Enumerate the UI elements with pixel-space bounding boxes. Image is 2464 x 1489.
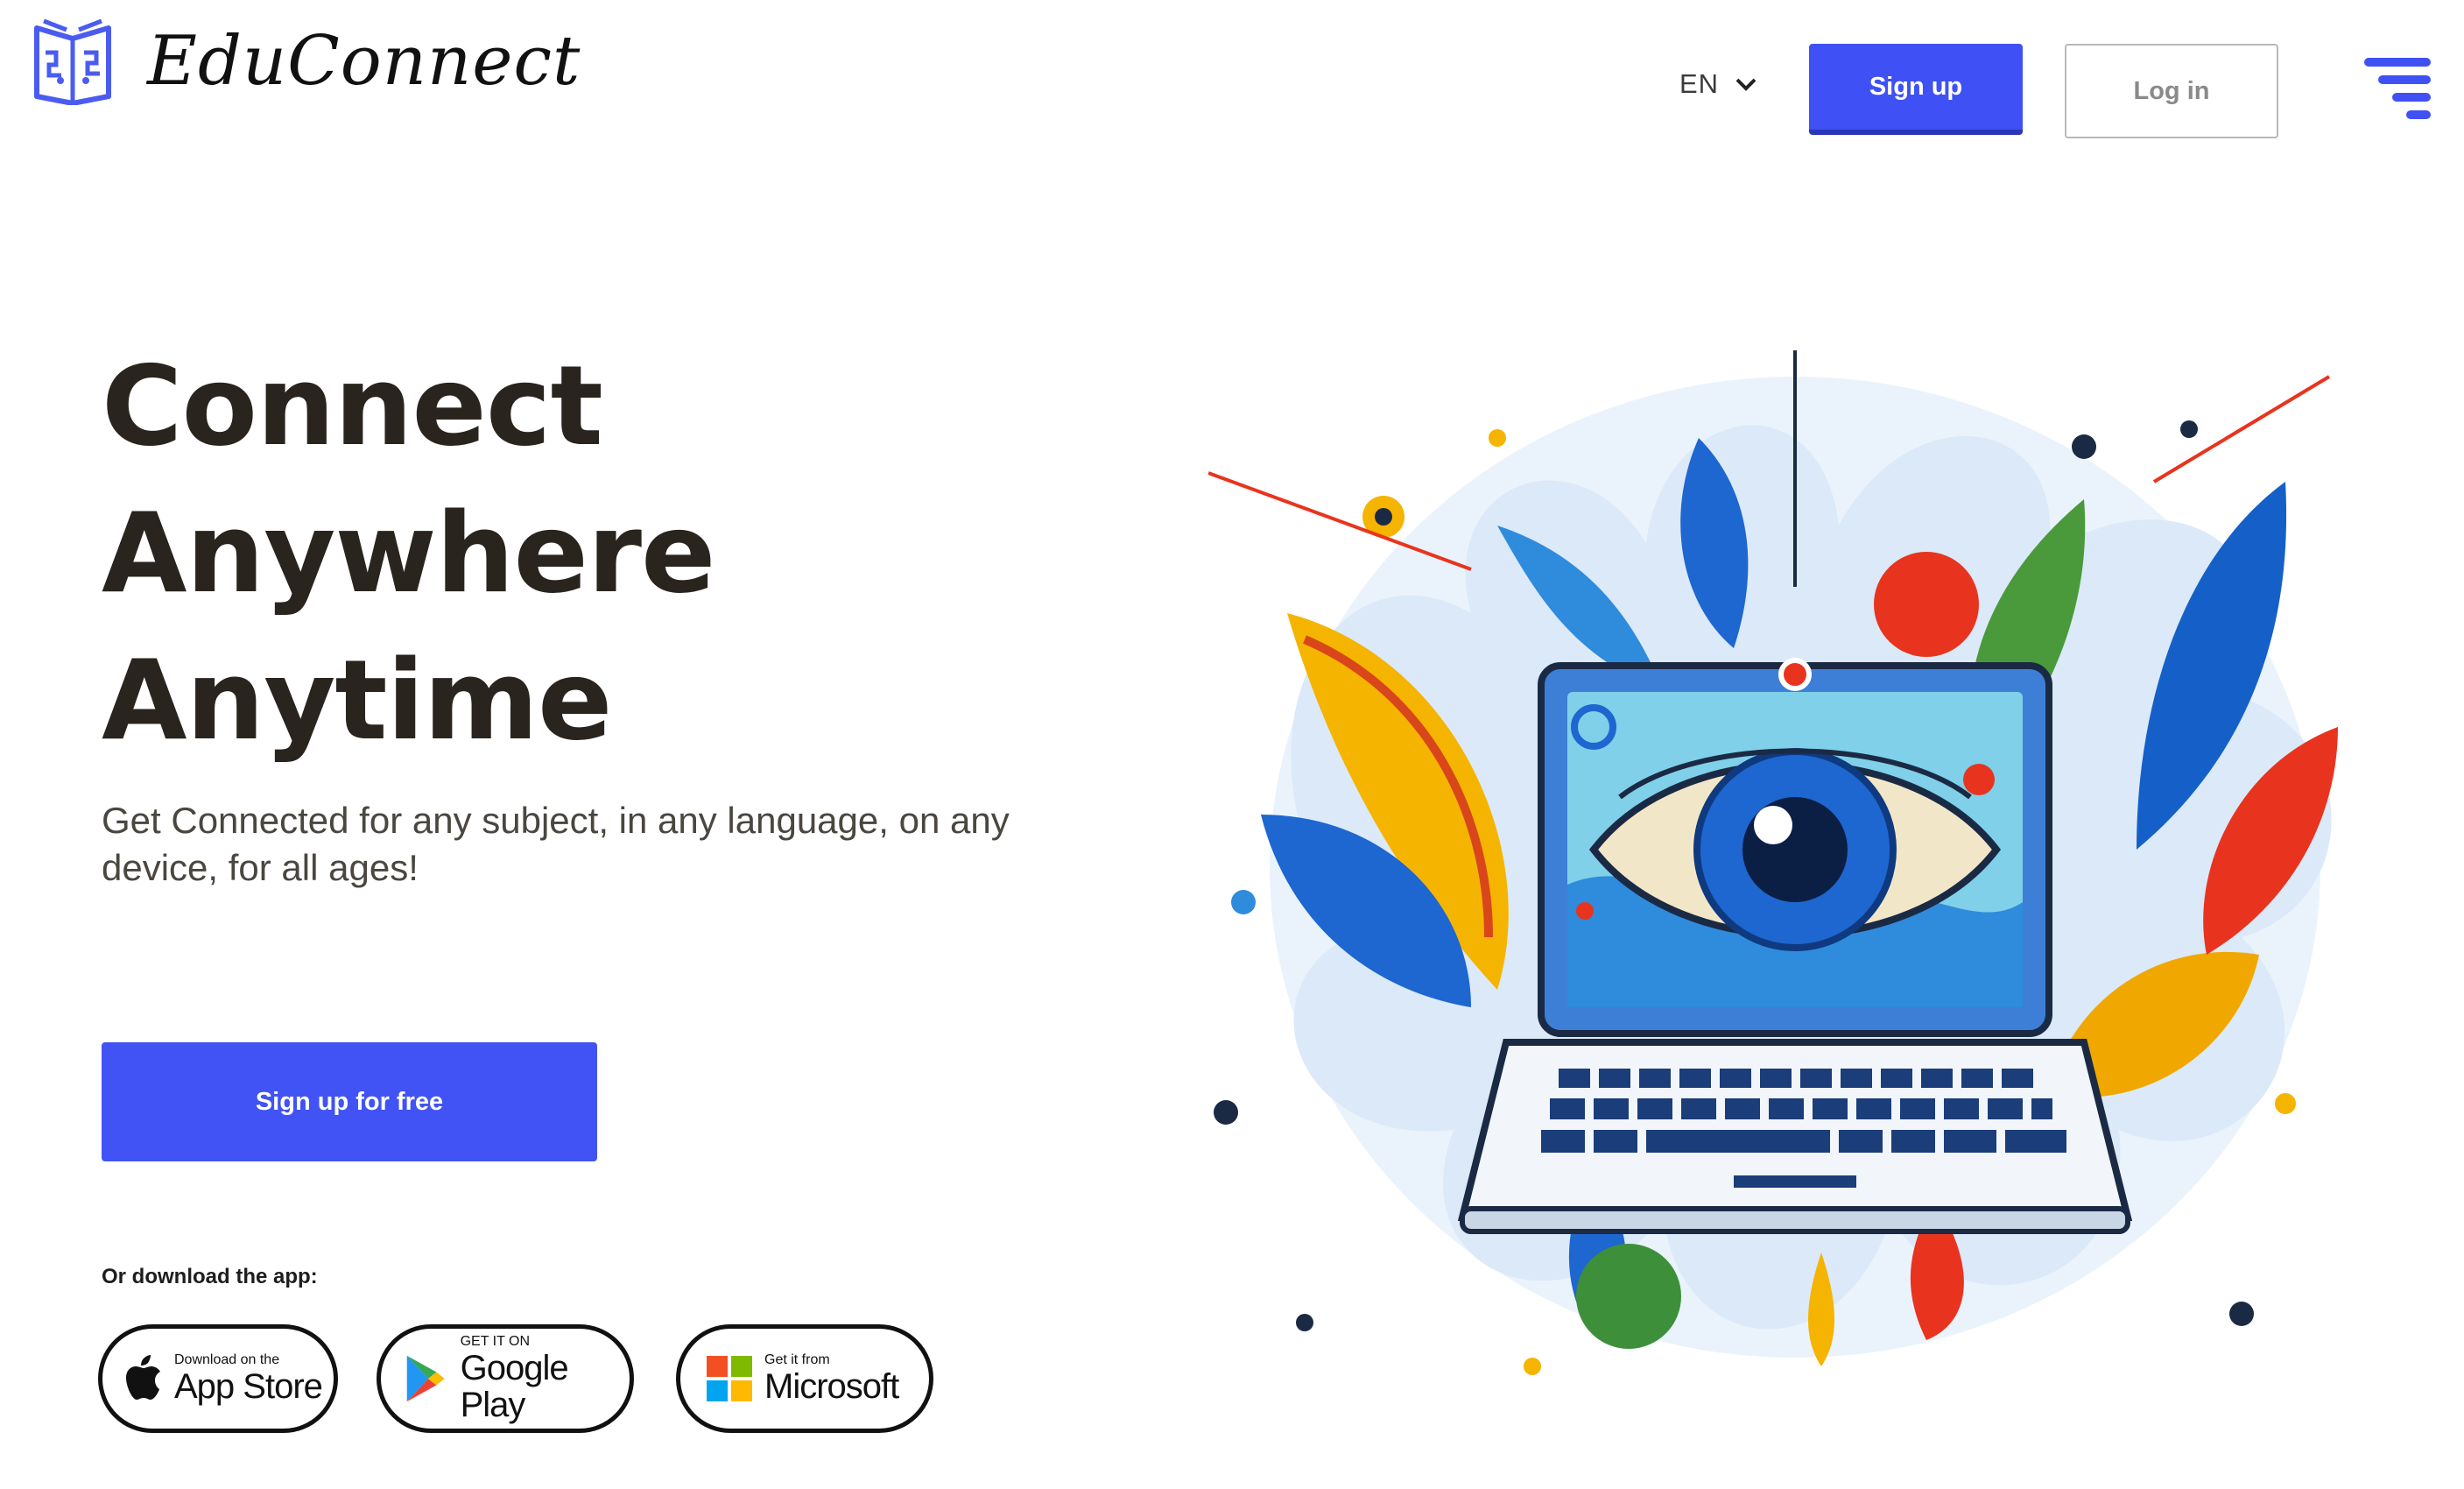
language-selector[interactable]: EN <box>1679 68 1757 100</box>
download-label: Or download the app: <box>102 1265 318 1288</box>
google-play-small-text: GET IT ON <box>460 1334 531 1349</box>
signup-button[interactable]: Sign up <box>1809 44 2023 135</box>
app-store-big-text: App Store <box>174 1367 323 1406</box>
menu-icon[interactable] <box>2364 54 2434 121</box>
microsoft-store-badge[interactable]: Get it from Microsoft <box>676 1324 933 1433</box>
google-play-big-text: Google Play <box>460 1349 569 1424</box>
laptop-drawing <box>1457 658 2133 1234</box>
hero-title: Connect Anywhere Anytime <box>102 333 716 774</box>
microsoft-big-text: Microsoft <box>764 1367 899 1406</box>
hero-subtitle: Get Connected for any subject, in any la… <box>102 800 1010 888</box>
language-label: EN <box>1679 68 1720 99</box>
chevron-down-icon <box>1735 78 1756 91</box>
signup-free-button[interactable]: Sign up for free <box>102 1042 597 1161</box>
header: EduConnect EN Sign up Log in <box>0 0 2464 166</box>
microsoft-small-text: Get it from <box>764 1352 830 1367</box>
google-play-badge[interactable]: GET IT ON Google Play <box>377 1324 634 1433</box>
app-store-small-text: Download on the <box>174 1352 280 1367</box>
login-button[interactable]: Log in <box>2065 44 2278 138</box>
laptop-eye-illustration <box>1208 350 2338 1375</box>
hero-title-line: Connect <box>102 342 603 470</box>
book-logo-icon <box>34 18 111 105</box>
hero-title-line: Anytime <box>102 636 613 765</box>
google-play-icon <box>406 1355 445 1402</box>
apple-icon <box>126 1355 160 1400</box>
brand-name: EduConnect <box>147 22 581 101</box>
hero-title-line: Anywhere <box>102 489 716 617</box>
app-store-badge[interactable]: Download on the App Store <box>98 1324 338 1433</box>
microsoft-icon <box>707 1356 752 1401</box>
brand-logo[interactable]: EduConnect <box>32 18 581 105</box>
